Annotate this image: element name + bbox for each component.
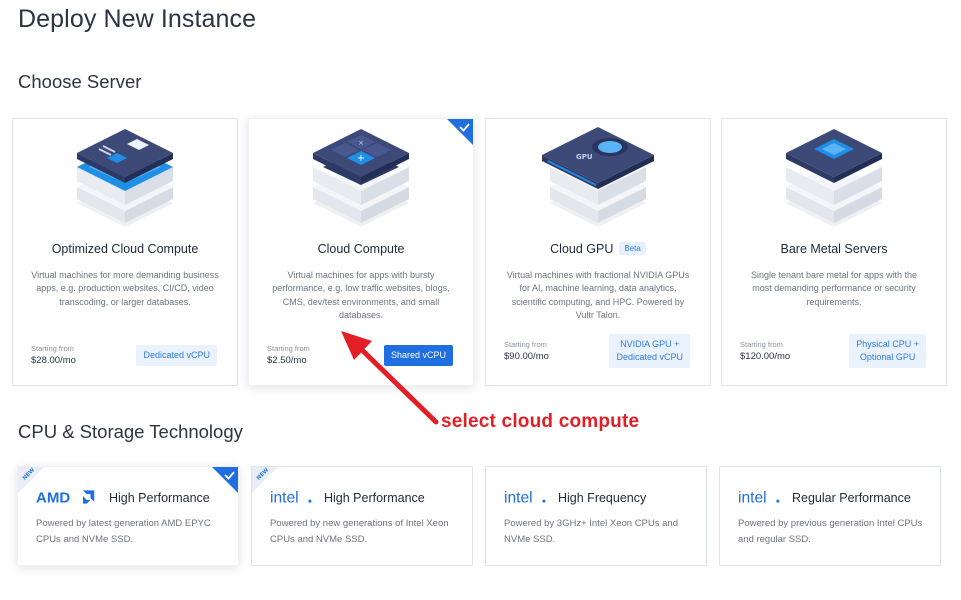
starting-from-label: Starting from: [740, 340, 783, 349]
server-illustration: + ×: [313, 129, 409, 227]
server-card-price: $2.50/mo: [267, 355, 307, 366]
server-card-title: Cloud Compute: [317, 242, 405, 256]
cpu-type-tag: Dedicated vCPU: [136, 345, 217, 366]
server-card-cloud-compute[interactable]: + × Cloud Compute Virtual machines for a…: [248, 118, 474, 386]
svg-text:×: ×: [358, 139, 364, 147]
server-illustration: [77, 129, 173, 227]
cpu-type-tag: Shared vCPU: [383, 345, 453, 366]
svg-text:intel: intel: [504, 490, 533, 507]
server-card-title: Optimized Cloud Compute: [51, 242, 199, 256]
tag-line-1: Physical CPU +: [856, 339, 919, 349]
cpu-card-title: High Performance: [324, 491, 425, 505]
starting-from-label: Starting from: [31, 344, 74, 353]
amd-logo: AMD: [36, 490, 95, 507]
starting-from-label: Starting from: [504, 340, 547, 349]
intel-logo: intel: [738, 490, 780, 507]
server-card-description: Virtual machines with fractional NVIDIA …: [506, 270, 690, 321]
cpu-card-description: Powered by 3GHz+ Intel Xeon CPUs and NVM…: [504, 518, 678, 545]
intel-logo: intel: [504, 490, 546, 507]
svg-text:intel: intel: [738, 490, 767, 507]
cpu-type-tag: NVIDIA GPU + Dedicated vCPU: [609, 334, 690, 368]
cpu-card-title: High Frequency: [558, 491, 647, 505]
server-card-bare-metal[interactable]: Bare Metal Servers Single tenant bare me…: [721, 118, 947, 386]
svg-text:AMD: AMD: [36, 490, 70, 507]
server-card-description: Virtual machines for apps with bursty pe…: [272, 270, 450, 321]
server-illustration: GPU: [542, 127, 654, 227]
cpu-card-title: Regular Performance: [792, 491, 911, 505]
server-card-cloud-gpu[interactable]: GPU Cloud GPU Beta Virtual machines with …: [485, 118, 711, 386]
server-card-title: Cloud GPU Beta: [486, 242, 710, 256]
annotation-text: select cloud compute: [441, 411, 640, 432]
page-title: Deploy New Instance: [18, 5, 257, 33]
svg-text:+: +: [357, 153, 365, 164]
server-card-title-text: Cloud GPU: [550, 242, 614, 256]
svg-text:GPU: GPU: [576, 153, 593, 161]
section-title-server: Choose Server: [18, 71, 142, 92]
svg-text:intel: intel: [270, 490, 299, 507]
server-illustration: [786, 129, 882, 227]
server-card-price: $28.00/mo: [31, 355, 76, 366]
cpu-card-description: Powered by latest generation AMD EPYC CP…: [36, 518, 211, 545]
section-title-cpu: CPU & Storage Technology: [18, 421, 243, 442]
checkmark-icon: [447, 119, 473, 145]
cpu-card-intel-regular-performance[interactable]: intel Regular Performance Powered by pre…: [719, 466, 941, 566]
tag-line-2: Dedicated vCPU: [616, 352, 683, 362]
server-card-description: Single tenant bare metal for apps with t…: [750, 270, 918, 307]
cpu-card-title: High Performance: [109, 491, 210, 505]
server-card-price: $90.00/mo: [504, 351, 549, 362]
server-card-optimized-cloud-compute[interactable]: Optimized Cloud Compute Virtual machines…: [12, 118, 238, 386]
cpu-card-intel-high-performance[interactable]: NEW intel High Performance Powered by ne…: [251, 466, 473, 566]
beta-badge: Beta: [619, 242, 646, 255]
cpu-card-description: Powered by new generations of Intel Xeon…: [270, 518, 449, 545]
server-card-title: Bare Metal Servers: [780, 242, 888, 256]
tag-line-1: NVIDIA GPU +: [620, 339, 680, 349]
cpu-card-intel-high-frequency[interactable]: intel High Frequency Powered by 3GHz+ In…: [485, 466, 707, 566]
tag-line-2: Optional GPU: [859, 352, 916, 362]
intel-logo: intel: [270, 490, 312, 507]
server-card-description: Virtual machines for more demanding busi…: [31, 270, 219, 307]
server-card-price: $120.00/mo: [740, 351, 791, 362]
checkmark-icon: [212, 467, 238, 493]
starting-from-label: Starting from: [267, 344, 310, 353]
cpu-card-description: Powered by previous generation Intel CPU…: [738, 518, 923, 545]
cpu-card-amd-high-performance[interactable]: NEW AMD High Performance Powered by late…: [17, 466, 239, 566]
cpu-type-tag: Physical CPU + Optional GPU: [849, 334, 926, 368]
